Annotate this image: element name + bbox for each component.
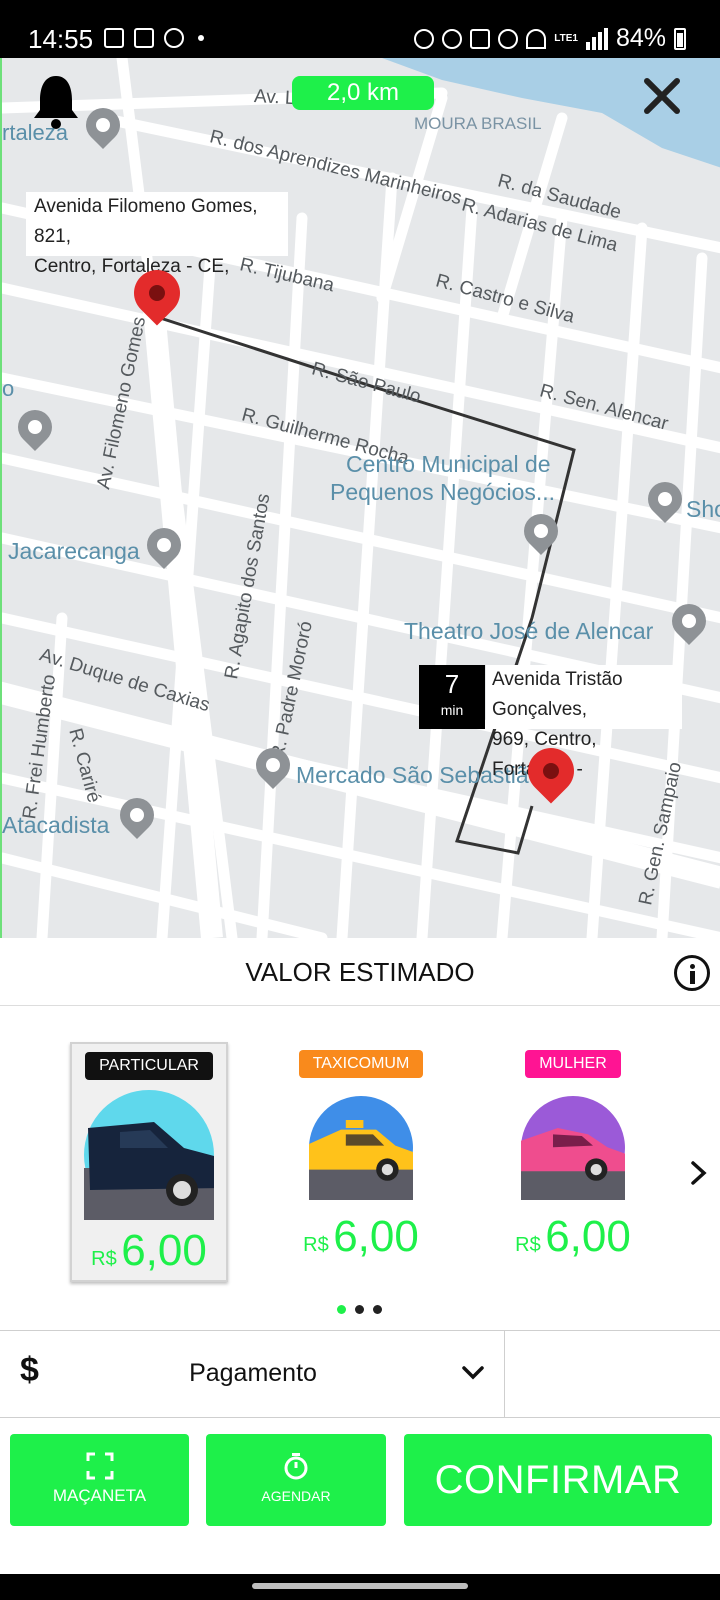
price-currency: R$	[515, 1234, 541, 1256]
poi-label: Centro Municipal de	[346, 451, 551, 477]
poi-label: Jacarecanga	[8, 538, 140, 564]
signal-icon	[585, 27, 608, 50]
stopwatch-icon	[284, 1453, 308, 1480]
close-icon[interactable]	[642, 76, 682, 116]
network-type: LTE1	[554, 32, 578, 44]
agendar-label: AGENDAR	[261, 1488, 331, 1504]
payment-select[interactable]: Pagamento	[120, 1331, 504, 1417]
destination-address-line: Avenida Tristão Gonçalves,	[492, 669, 623, 720]
chevron-down-icon	[462, 1366, 484, 1380]
poi-label: Sho	[686, 496, 720, 522]
category-price: R$ 6,00	[282, 1212, 440, 1262]
macaneta-button[interactable]: MAÇANETA	[10, 1434, 189, 1526]
alarm-icon	[414, 28, 435, 49]
navigation-bar	[0, 1574, 720, 1600]
category-badge: MULHER	[525, 1050, 621, 1078]
home-handle[interactable]	[252, 1583, 468, 1589]
poi-label: Atacadista	[2, 812, 110, 838]
carousel-page-indicator	[337, 1305, 382, 1314]
price-currency: R$	[303, 1234, 329, 1256]
page-dot	[337, 1305, 346, 1314]
dot-icon	[198, 35, 204, 41]
car-pink-icon	[521, 1096, 625, 1200]
poi-label: Theatro José de Alencar	[404, 618, 654, 644]
messenger-icon	[164, 28, 184, 48]
category-price: R$ 6,00	[72, 1226, 226, 1276]
payment-row: $ Pagamento	[0, 1330, 720, 1418]
macaneta-label: MAÇANETA	[52, 1486, 147, 1505]
category-card-taxicomum[interactable]: TAXICOMUM R$ 6,00	[282, 1042, 440, 1282]
street-label: o	[2, 376, 15, 401]
notification-icons	[104, 28, 204, 48]
distance-badge: 2,0 km	[292, 76, 434, 110]
system-icons: LTE1 84%	[414, 24, 686, 53]
origin-address-line: Avenida Filomeno Gomes, 821,	[34, 196, 258, 247]
status-bar: 14:55 LTE1 84%	[0, 0, 720, 58]
category-badge: PARTICULAR	[85, 1052, 213, 1080]
status-time: 14:55	[28, 24, 94, 54]
route-map[interactable]: Av. Leste Oeste MOURA BRASIL rtaleza R. …	[0, 58, 720, 938]
divider	[504, 1331, 505, 1417]
category-card-mulher[interactable]: MULHER R$ 6,00	[494, 1042, 652, 1282]
gallery-icon	[104, 28, 124, 48]
mute-icon	[470, 28, 491, 49]
dollar-icon: $	[20, 1351, 39, 1389]
destination-address-line: 969, Centro, Fortaleza -	[492, 729, 597, 780]
page-dot	[355, 1305, 364, 1314]
battery-percent: 84%	[615, 24, 666, 52]
price-amount: 6,00	[545, 1212, 631, 1261]
wifi-icon	[526, 28, 547, 49]
origin-address-label[interactable]: Avenida Filomeno Gomes, 821, Centro, For…	[26, 192, 288, 277]
eta-value: 7	[444, 669, 460, 699]
destination-address-label[interactable]: Avenida Tristão Gonçalves, 969, Centro, …	[486, 665, 682, 780]
payment-label: Pagamento	[189, 1359, 317, 1387]
eta-box: 7 min	[419, 665, 485, 729]
battery-icon	[674, 27, 686, 50]
location-icon	[498, 28, 519, 49]
category-price: R$ 6,00	[494, 1212, 652, 1262]
category-badge: TAXICOMUM	[298, 1050, 424, 1078]
bell-icon[interactable]	[32, 72, 80, 130]
category-card-particular[interactable]: PARTICULAR R$ 6,00	[70, 1042, 228, 1282]
chevron-right-icon[interactable]	[688, 1160, 710, 1186]
price-amount: 6,00	[333, 1212, 419, 1261]
price-currency: R$	[91, 1248, 117, 1270]
info-icon[interactable]	[674, 955, 710, 991]
twitch-icon	[134, 28, 154, 48]
agendar-button[interactable]: AGENDAR	[206, 1434, 386, 1526]
neighborhood-label: MOURA BRASIL	[414, 114, 542, 133]
scan-icon	[86, 1452, 113, 1480]
clock-icon	[442, 28, 463, 49]
sheet-title: VALOR ESTIMADO	[0, 938, 720, 1006]
page-dot	[373, 1305, 382, 1314]
taxi-icon	[309, 1096, 413, 1200]
confirm-button[interactable]: CONFIRMAR	[404, 1434, 712, 1526]
car-icon	[84, 1090, 214, 1220]
poi-label: Pequenos Negócios...	[330, 479, 556, 505]
eta-unit: min	[440, 702, 464, 718]
price-amount: 6,00	[121, 1226, 207, 1275]
